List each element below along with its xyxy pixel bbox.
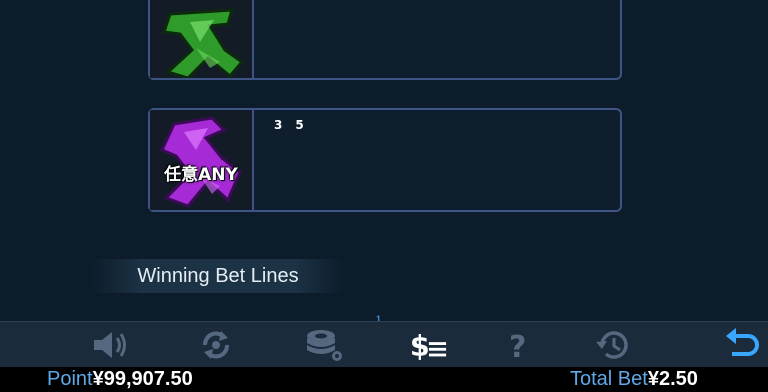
payout-value-1: 5	[295, 118, 305, 132]
total-bet-display: Total Bet¥2.50	[570, 368, 698, 391]
point-display: Point¥99,907.50	[47, 368, 193, 391]
payout-values: 35	[274, 118, 317, 132]
back-button[interactable]	[722, 327, 762, 363]
help-button[interactable]: ?	[500, 327, 540, 363]
total-bet-label: Total Bet	[570, 368, 648, 390]
purple-fa-symbol-icon: 任意ANY	[150, 110, 254, 210]
history-button[interactable]	[592, 327, 632, 363]
paytable-button[interactable]: $	[408, 327, 448, 363]
any-badge: 任意ANY	[164, 165, 238, 185]
help-icon: ?	[509, 330, 526, 362]
total-bet-value: ¥2.50	[647, 368, 698, 390]
autoplay-button[interactable]	[196, 327, 236, 363]
history-icon	[596, 331, 628, 359]
point-label: Point	[47, 368, 93, 390]
speaker-icon	[94, 332, 126, 358]
green-fa-symbol-icon	[150, 0, 254, 78]
chips-icon	[307, 330, 342, 361]
chips-button[interactable]	[304, 327, 344, 363]
toolbar: $ ?	[0, 321, 768, 368]
paytable-row-any: 任意ANY 35	[148, 108, 622, 212]
section-title: Winning Bet Lines	[92, 259, 344, 293]
svg-text:?: ?	[509, 330, 526, 362]
paytable-row-green	[148, 0, 622, 80]
point-value: ¥99,907.50	[92, 368, 193, 390]
svg-text:$: $	[410, 328, 430, 362]
autoplay-icon	[203, 331, 229, 359]
paytable-icon: $	[410, 328, 447, 362]
sound-button[interactable]	[90, 327, 130, 363]
back-icon	[726, 328, 759, 356]
payout-value-0: 3	[274, 118, 284, 132]
status-bar: Point¥99,907.50 Total Bet¥2.50	[0, 367, 768, 392]
